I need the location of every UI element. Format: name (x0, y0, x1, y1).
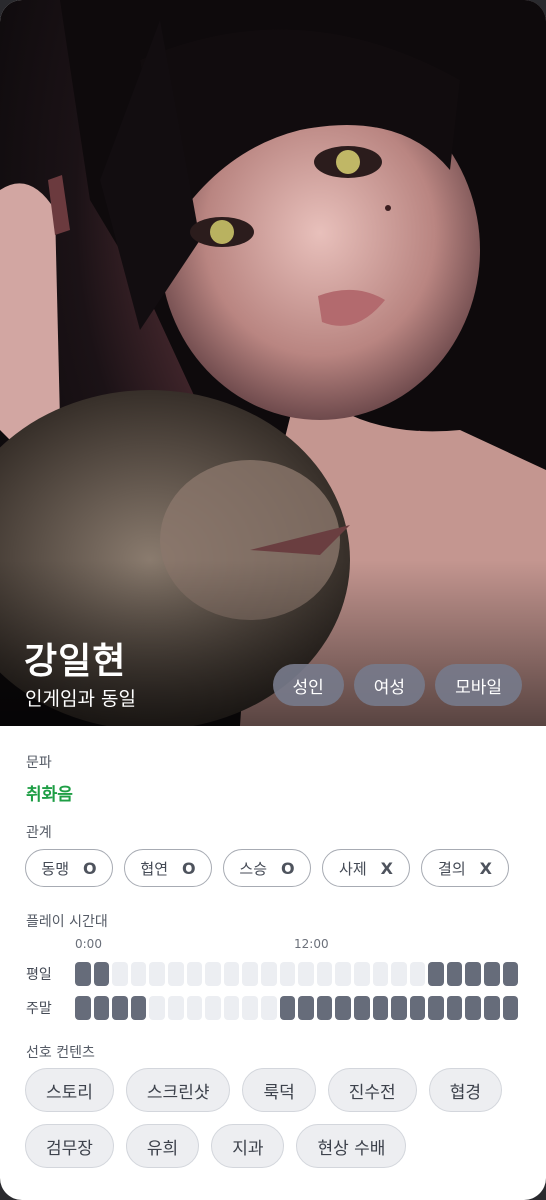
profile-tags: 성인 여성 모바일 (272, 664, 522, 706)
hour-slot (502, 996, 519, 1020)
hour-slot (130, 996, 147, 1020)
pref-screenshot: 스크린샷 (125, 1068, 231, 1112)
weekend-label: 주말 (26, 1001, 52, 1017)
hour-slot (391, 962, 407, 986)
hour-slot (93, 962, 110, 986)
hour-slot (428, 962, 444, 986)
hour-slot (465, 996, 482, 1020)
pref-story: 스토리 (25, 1068, 114, 1112)
relations-list: 동맹 O 협연 O 스승 O 사제 X 결의 X (25, 849, 509, 887)
hour-slot (409, 962, 426, 986)
hour-slot (242, 996, 258, 1020)
hour-slot (465, 962, 482, 986)
hour-slot (223, 962, 240, 986)
relation-alliance: 동맹 O (25, 849, 113, 887)
hour-slot (205, 962, 221, 986)
pref-arena: 검무장 (25, 1124, 114, 1168)
hour-slot (353, 962, 370, 986)
relation-master: 스승 O (223, 849, 311, 887)
profile-card: 강일현 인게임과 동일 성인 여성 모바일 문파 취화음 관계 동맹 O 협연 … (0, 0, 546, 1200)
tag-platform: 모바일 (435, 664, 522, 706)
pref-fashion: 룩덕 (242, 1068, 316, 1112)
hour-slot (316, 962, 333, 986)
hour-slot (242, 962, 258, 986)
relation-name: 사제 (339, 859, 367, 878)
relation-mark: O (83, 858, 97, 878)
hour-slot (298, 962, 314, 986)
tick-12: 12:00 (294, 937, 329, 951)
hour-slot (260, 962, 277, 986)
pref-leisure: 유희 (125, 1124, 200, 1168)
weekday-label: 평일 (26, 967, 52, 983)
faction-label: 문파 (26, 755, 52, 771)
preferences-label: 선호 컨텐츠 (26, 1045, 95, 1061)
hour-slot (260, 996, 277, 1020)
hour-slot (279, 962, 296, 986)
hour-slot (335, 996, 351, 1020)
hour-slot (186, 962, 203, 986)
hour-slot (446, 996, 463, 1020)
tag-gender: 여성 (353, 664, 426, 706)
hour-slot (484, 996, 500, 1020)
hour-slot (205, 996, 221, 1020)
pref-jigwa: 지과 (211, 1124, 285, 1168)
tag-adult: 성인 (272, 664, 344, 706)
pref-hyeopgyeong: 협경 (428, 1068, 502, 1112)
hour-slot (167, 962, 184, 986)
hour-slot (409, 996, 426, 1020)
relations-label: 관계 (26, 825, 52, 841)
relation-mark: O (182, 858, 196, 878)
hour-slot (502, 962, 519, 986)
hour-slot (446, 962, 463, 986)
relation-name: 협연 (140, 859, 168, 878)
relation-name: 동맹 (41, 859, 69, 878)
hour-slot (149, 996, 165, 1020)
weekend-slots (75, 996, 519, 1020)
character-portrait: 강일현 인게임과 동일 성인 여성 모바일 (0, 0, 546, 726)
hour-slot (372, 962, 389, 986)
hour-slot (335, 962, 351, 986)
weekday-slots (75, 962, 519, 986)
relation-duet: 협연 O (124, 849, 212, 887)
pref-bounty: 현상 수배 (296, 1124, 407, 1168)
hour-slot (372, 996, 389, 1020)
hour-slot (75, 962, 91, 986)
hour-slot (298, 996, 314, 1020)
relation-name: 스승 (239, 859, 267, 878)
tick-0: 0:00 (75, 937, 102, 951)
hour-slot (112, 962, 128, 986)
relation-mark: O (281, 858, 295, 878)
hour-slot (167, 996, 184, 1020)
preferences-row-1: 스토리 스크린샷 룩덕 진수전 협경 (25, 1068, 502, 1112)
hour-slot (279, 996, 296, 1020)
portrait-illustration (0, 0, 546, 726)
relation-mark: X (380, 858, 393, 878)
hour-slot (149, 962, 165, 986)
hour-slot (353, 996, 370, 1020)
hour-slot (223, 996, 240, 1020)
relation-disciple: 사제 X (322, 849, 410, 887)
character-name: 강일현 (24, 641, 127, 682)
preferences-row-2: 검무장 유희 지과 현상 수배 (25, 1124, 407, 1168)
hour-slot (484, 962, 500, 986)
character-subtitle: 인게임과 동일 (25, 688, 136, 710)
relation-name: 결의 (438, 859, 466, 878)
hour-slot (112, 996, 128, 1020)
pref-jinsujeon: 진수전 (327, 1068, 417, 1112)
hour-slot (130, 962, 147, 986)
hour-slot (316, 996, 333, 1020)
playtime-label: 플레이 시간대 (26, 914, 108, 930)
faction-value: 취화음 (26, 785, 73, 805)
hour-slot (428, 996, 444, 1020)
relation-mark: X (479, 858, 492, 878)
hour-slot (93, 996, 110, 1020)
hour-slot (391, 996, 407, 1020)
hour-slot (186, 996, 203, 1020)
hour-slot (75, 996, 91, 1020)
relation-sworn: 결의 X (421, 849, 509, 887)
